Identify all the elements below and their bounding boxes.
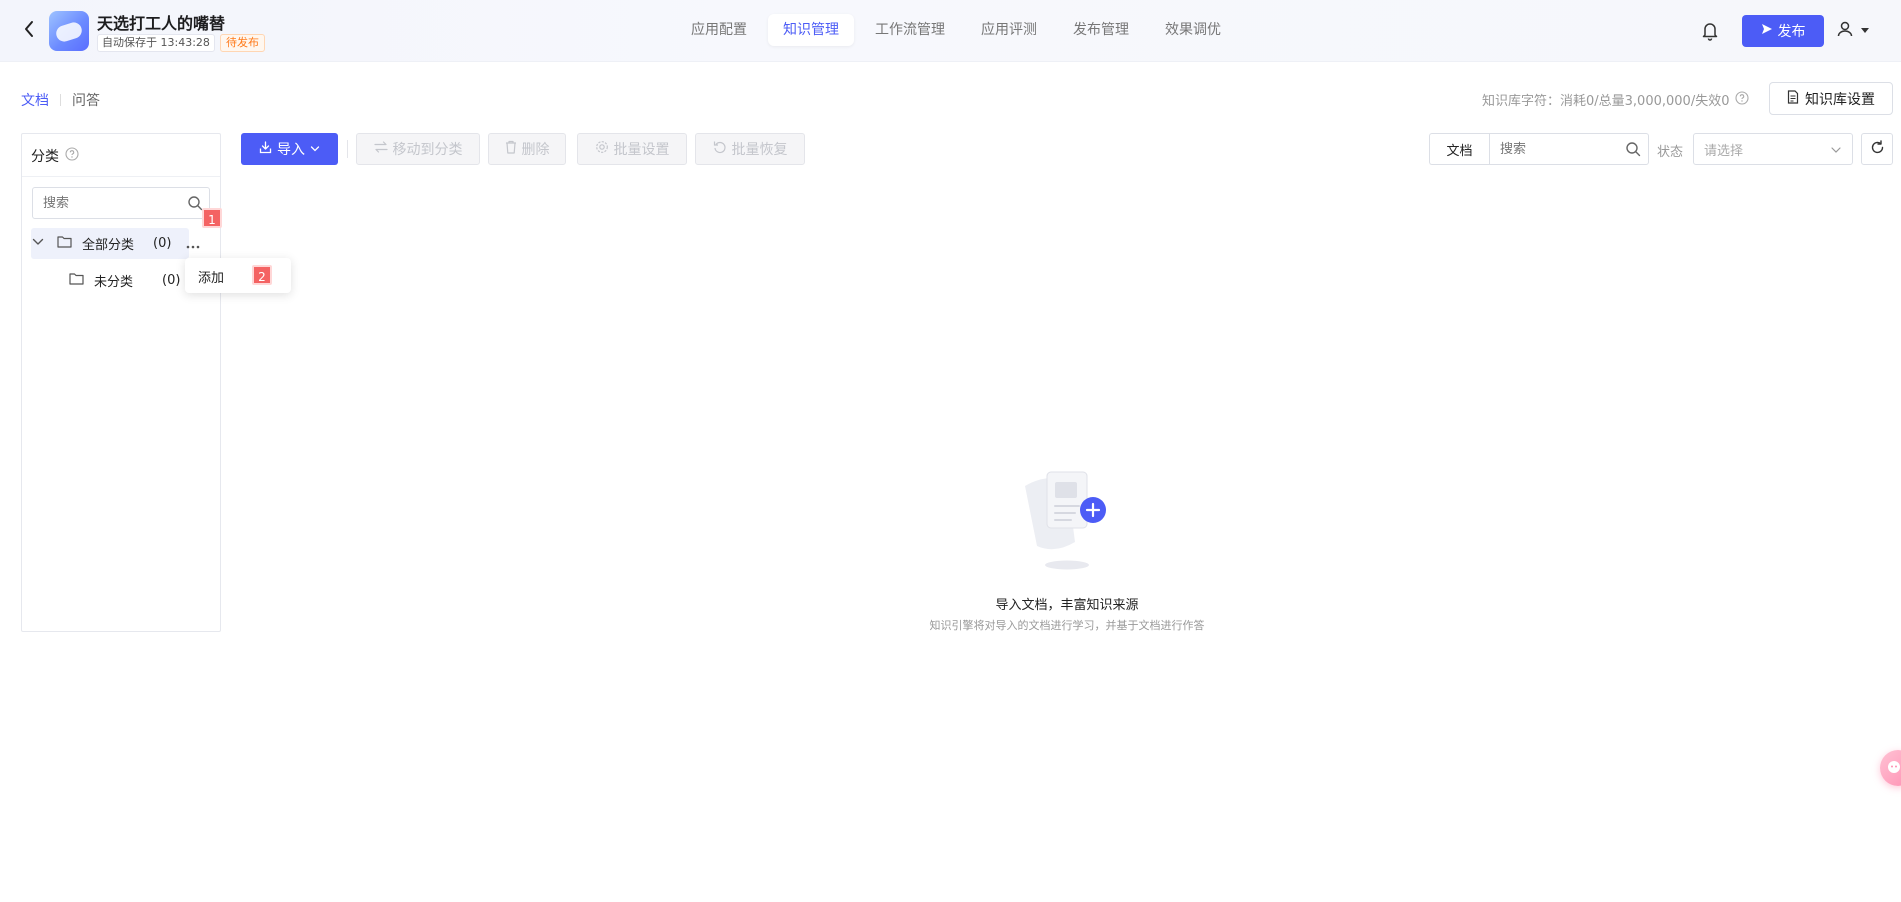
trash-icon — [505, 140, 517, 158]
empty-state-description: 知识引擎将对导入的文档进行学习，并基于文档进行作答 — [929, 619, 1205, 632]
category-title: 分类 — [31, 149, 59, 165]
document-search-input[interactable] — [1490, 134, 1620, 164]
more-horizontal-icon — [186, 238, 200, 253]
app-name: 天选打工人的嘴替 — [97, 14, 226, 33]
kb-quota-text: 知识库字符：消耗0/总量3,000,000/失效0 — [1482, 94, 1730, 109]
tab-release-management[interactable]: 发布管理 — [1058, 14, 1144, 46]
expand-toggle[interactable] — [32, 236, 44, 251]
batch-settings-button[interactable]: 批量设置 — [577, 133, 687, 165]
divider — [60, 94, 61, 106]
assistant-icon — [1887, 760, 1901, 778]
category-search — [32, 187, 210, 219]
chevron-down-icon — [1830, 144, 1842, 159]
gear-icon — [595, 140, 609, 158]
batch-restore-label: 批量恢复 — [731, 142, 788, 158]
tab-workflow-management[interactable]: 工作流管理 — [860, 14, 960, 46]
user-menu[interactable] — [1836, 17, 1884, 45]
divider — [347, 140, 348, 158]
category-search-input[interactable] — [33, 188, 173, 218]
kb-settings-button[interactable]: 知识库设置 — [1769, 82, 1893, 115]
publish-button[interactable]: 发布 — [1742, 15, 1824, 47]
search-icon[interactable] — [187, 195, 203, 215]
import-icon — [259, 140, 272, 158]
tree-item-all[interactable]: 全部分类 (0) — [57, 234, 171, 253]
floating-assistant-button[interactable] — [1880, 750, 1901, 786]
top-bar: 天选打工人的嘴替 自动保存于 13:43:28 待发布 应用配置 知识管理 工作… — [0, 0, 1901, 62]
move-to-category-label: 移动到分类 — [392, 142, 463, 158]
divider — [22, 176, 220, 177]
folder-icon — [69, 272, 84, 289]
context-menu: 添加 2 — [185, 258, 291, 293]
tab-optimization[interactable]: 效果调优 — [1150, 14, 1236, 46]
kb-settings-label: 知识库设置 — [1805, 91, 1875, 108]
subtab-qa[interactable]: 问答 — [72, 90, 100, 110]
category-header: 分类 — [31, 146, 79, 166]
search-icon[interactable] — [1625, 141, 1641, 161]
caret-down-icon — [1860, 23, 1870, 39]
tree-item-uncategorized-label: 未分类 — [94, 275, 134, 290]
tree-item-uncategorized-count: (0) — [162, 273, 181, 288]
undo-icon — [713, 140, 727, 158]
help-icon[interactable] — [65, 147, 79, 165]
notification-button[interactable] — [1700, 20, 1720, 42]
autosave-time: 自动保存于 13:43:28 — [97, 34, 215, 52]
status-select[interactable]: 请选择 — [1693, 133, 1853, 165]
tab-app-evaluation[interactable]: 应用评测 — [966, 14, 1052, 46]
tree-item-uncategorized[interactable]: 未分类 (0) — [69, 271, 180, 290]
chevron-left-icon — [23, 20, 35, 42]
tree-item-all-count: (0) — [153, 236, 172, 251]
document-search — [1489, 133, 1649, 165]
empty-state-title: 导入文档，丰富知识来源 — [995, 598, 1139, 613]
tab-app-config[interactable]: 应用配置 — [676, 14, 762, 46]
content-type-tabs: 文档 问答 — [21, 90, 100, 110]
back-button[interactable] — [20, 20, 38, 42]
empty-state-illustration — [1015, 464, 1135, 574]
refresh-icon — [1870, 139, 1885, 159]
category-sidebar: 分类 — [21, 133, 221, 632]
send-icon — [1761, 23, 1773, 39]
main-nav: 应用配置 知识管理 工作流管理 应用评测 发布管理 效果调优 — [676, 14, 1236, 48]
more-actions-button[interactable] — [186, 238, 200, 253]
document-icon — [1787, 89, 1799, 108]
import-button[interactable]: 导入 — [241, 133, 338, 165]
tab-knowledge-management[interactable]: 知识管理 — [768, 14, 854, 46]
swap-icon — [373, 141, 388, 157]
annotation-marker-1: 1 — [202, 208, 222, 228]
subtab-documents[interactable]: 文档 — [21, 90, 49, 110]
batch-restore-button[interactable]: 批量恢复 — [695, 133, 805, 165]
move-to-category-button[interactable]: 移动到分类 — [356, 133, 480, 165]
chevron-down-icon — [310, 141, 320, 157]
search-type-select[interactable]: 文档 — [1429, 133, 1489, 165]
batch-settings-label: 批量设置 — [613, 142, 670, 158]
delete-button[interactable]: 删除 — [488, 133, 566, 165]
tree-item-all-label: 全部分类 — [82, 238, 135, 253]
chevron-down-icon — [32, 236, 44, 251]
status-label: 状态 — [1657, 145, 1684, 160]
app-logo — [49, 11, 89, 51]
status-badge: 待发布 — [220, 34, 265, 52]
delete-label: 删除 — [521, 142, 550, 158]
user-icon — [1836, 20, 1854, 42]
kb-quota: 知识库字符：消耗0/总量3,000,000/失效0 — [1482, 90, 1750, 109]
status-select-value: 请选择 — [1704, 143, 1744, 159]
publish-label: 发布 — [1777, 24, 1806, 40]
bell-icon — [1700, 23, 1720, 46]
import-label: 导入 — [277, 142, 305, 158]
annotation-marker-2: 2 — [252, 265, 272, 285]
menu-item-add[interactable]: 添加 — [198, 267, 224, 286]
refresh-button[interactable] — [1861, 133, 1893, 165]
folder-icon — [57, 235, 72, 252]
help-icon[interactable] — [1735, 90, 1750, 109]
